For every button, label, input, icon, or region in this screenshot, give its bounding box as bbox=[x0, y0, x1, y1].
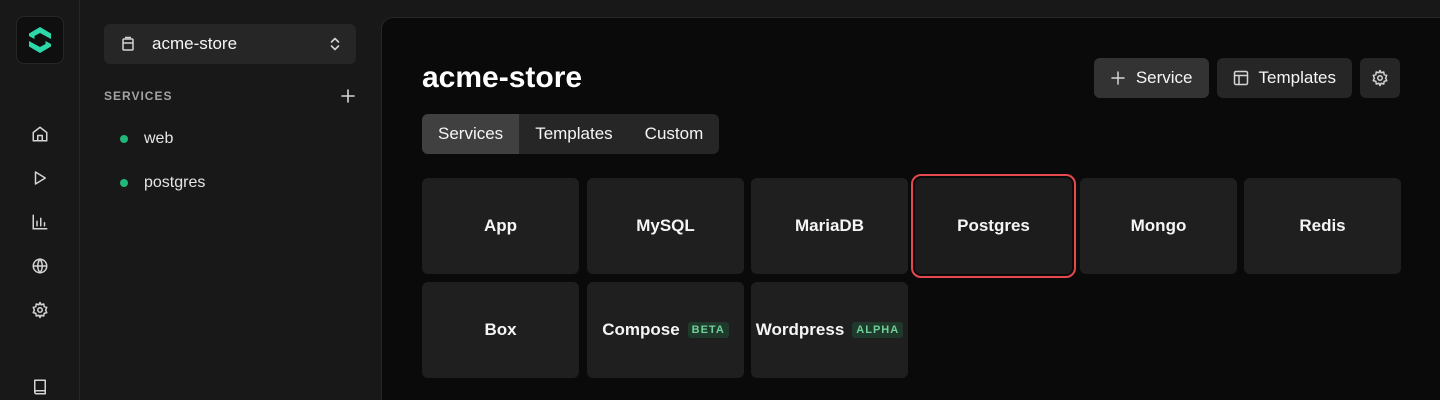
chart-icon bbox=[32, 214, 48, 230]
card-label: Wordpress bbox=[755, 320, 845, 339]
service-card-redis[interactable]: Redis bbox=[1244, 178, 1401, 274]
service-card-compose[interactable]: Compose BETA bbox=[587, 282, 744, 378]
layout-icon bbox=[1233, 70, 1249, 86]
database-icon bbox=[120, 36, 136, 52]
add-service-button[interactable] bbox=[340, 88, 356, 104]
tab-templates[interactable]: Templates bbox=[519, 114, 628, 154]
card-label: Mongo bbox=[1130, 216, 1187, 235]
app-window: acme-store SERVICES web postgres acme-st… bbox=[0, 0, 1440, 400]
home-icon bbox=[32, 126, 48, 142]
service-card-mongo[interactable]: Mongo bbox=[1080, 178, 1237, 274]
services-section-title: SERVICES bbox=[104, 89, 173, 103]
card-label: Postgres bbox=[957, 216, 1030, 235]
logo-icon bbox=[29, 27, 51, 53]
nav-metrics[interactable] bbox=[28, 210, 52, 234]
service-card-app[interactable]: App bbox=[422, 178, 579, 274]
card-label: MariaDB bbox=[795, 216, 864, 235]
project-name: acme-store bbox=[152, 34, 238, 53]
tab-services[interactable]: Services bbox=[422, 114, 520, 154]
play-icon bbox=[34, 171, 46, 185]
templates-button[interactable]: Templates bbox=[1216, 58, 1352, 98]
alpha-badge: ALPHA bbox=[852, 322, 904, 338]
templates-button-label: Templates bbox=[1258, 68, 1336, 87]
gear-icon bbox=[32, 301, 48, 319]
logo[interactable] bbox=[16, 16, 64, 64]
card-label: Compose bbox=[602, 320, 680, 339]
sidebar-service-web[interactable]: web bbox=[120, 127, 173, 151]
service-button-label: Service bbox=[1135, 68, 1193, 87]
plus-icon bbox=[341, 89, 355, 103]
nav-home[interactable] bbox=[28, 122, 52, 146]
sidebar-service-postgres[interactable]: postgres bbox=[120, 171, 205, 195]
project-switcher[interactable]: acme-store bbox=[104, 24, 356, 64]
project-sidebar: acme-store SERVICES web postgres bbox=[80, 0, 380, 400]
globe-icon bbox=[32, 258, 48, 274]
card-label: Box bbox=[484, 320, 517, 339]
status-dot bbox=[120, 179, 128, 187]
gear-icon bbox=[1371, 69, 1389, 87]
services-section-header: SERVICES bbox=[104, 88, 356, 104]
card-label: Redis bbox=[1299, 216, 1346, 235]
service-label: web bbox=[144, 130, 174, 147]
service-card-box[interactable]: Box bbox=[422, 282, 579, 378]
project-settings-button[interactable] bbox=[1360, 58, 1400, 98]
nav-docs[interactable] bbox=[28, 375, 52, 399]
service-card-mariadb[interactable]: MariaDB bbox=[751, 178, 908, 274]
add-service-button[interactable]: Service bbox=[1093, 58, 1209, 98]
service-label: postgres bbox=[144, 174, 206, 191]
card-label: MySQL bbox=[636, 216, 695, 235]
tab-bar: Services Templates Custom bbox=[422, 114, 720, 154]
plus-icon bbox=[1110, 70, 1126, 86]
nav-deploy[interactable] bbox=[28, 166, 52, 190]
service-card-mysql[interactable]: MySQL bbox=[587, 178, 744, 274]
main-panel: acme-store Service Templates Services Te… bbox=[381, 17, 1440, 400]
tab-custom[interactable]: Custom bbox=[629, 114, 720, 154]
service-card-wordpress[interactable]: Wordpress ALPHA bbox=[751, 282, 908, 378]
chevron-updown-icon bbox=[328, 36, 342, 52]
book-icon bbox=[34, 379, 46, 395]
nav-settings[interactable] bbox=[28, 298, 52, 322]
nav-network[interactable] bbox=[28, 254, 52, 278]
page-title: acme-store bbox=[422, 61, 583, 94]
icon-rail bbox=[0, 0, 80, 400]
header-actions: Service Templates bbox=[1093, 58, 1400, 98]
service-card-postgres[interactable]: Postgres bbox=[911, 174, 1076, 278]
beta-badge: BETA bbox=[687, 322, 729, 338]
card-label: App bbox=[483, 216, 518, 235]
status-dot bbox=[120, 135, 128, 143]
